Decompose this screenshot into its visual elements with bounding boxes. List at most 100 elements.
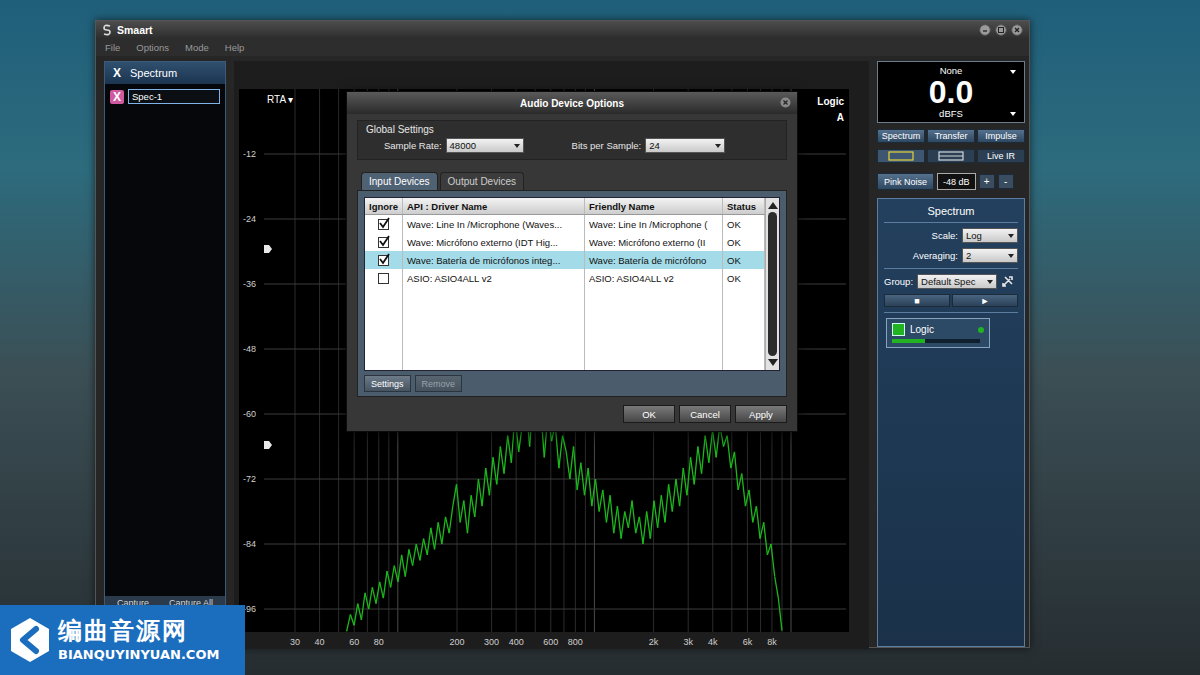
x-tick-label: 800 [568,637,583,647]
scale-dropdown[interactable]: Log [962,228,1018,243]
scrollbar[interactable] [765,198,779,370]
sample-rate-dropdown[interactable]: 48000 [446,138,524,153]
menu-item[interactable]: File [105,42,120,53]
watermark: 编曲音源网BIANQUYINYUAN.COM [0,605,245,675]
scroll-down-icon[interactable] [768,359,778,366]
measurement-name-field[interactable]: Spec-1 [128,89,220,104]
trace-segment [559,436,563,469]
measurement-color-swatch[interactable] [892,323,905,336]
trace-segment [387,571,391,587]
trace-segment [347,614,351,630]
minimize-icon[interactable] [979,24,991,36]
table-row[interactable]: ASIO: ASIO4ALL v2ASIO: ASIO4ALL v2OK [365,269,765,287]
ignore-checkbox[interactable] [378,237,389,248]
tab-panel: IgnoreAPI : Driver NameFriendly NameStat… [357,190,787,397]
play-button[interactable]: ► [952,294,1018,307]
close-icon[interactable] [780,97,791,108]
menu-item[interactable]: Options [136,42,169,53]
generator-level-field[interactable]: -48 dB [937,173,976,190]
x-tick-label: 600 [543,637,558,647]
close-icon[interactable] [1011,24,1023,36]
column-header[interactable]: API : Driver Name [403,198,585,214]
spectrum-trace [346,398,782,632]
scroll-thumb[interactable] [768,212,777,356]
dropdown-arrow-icon [987,280,993,284]
trace-segment [683,468,687,495]
trace-segment [581,463,585,496]
level-up-button[interactable]: + [979,174,995,189]
dialog-button[interactable]: OK [623,405,675,423]
mode-button[interactable]: Impulse [977,129,1025,143]
column-header[interactable]: Status [723,198,765,214]
view-button[interactable] [927,149,975,163]
table-row[interactable]: Wave: Micrófono externo (IDT Hig...Wave:… [365,233,765,251]
trace-segment [734,452,738,490]
cursor-marker[interactable] [264,245,272,253]
sample-rate-label: Sample Rate: [384,140,442,151]
mode-button[interactable]: Transfer [927,129,975,143]
view-buttons: Live IR [877,149,1025,163]
friendly-name-cell: Wave: Batería de micrófono [585,251,723,269]
measurement-item[interactable]: X Spec-1 [105,84,225,109]
live-ir-button[interactable]: Live IR [977,149,1025,163]
trace-segment [500,447,504,474]
ignore-checkbox[interactable] [378,273,389,284]
scroll-up-icon[interactable] [768,202,778,209]
trace-segment [592,479,596,506]
group-title: Global Settings [366,124,778,135]
title-bar: Smaart [96,21,1029,39]
mode-button[interactable]: Spectrum [877,129,925,143]
stop-button[interactable]: ■ [884,294,950,307]
y-tick-label: -84 [243,539,256,549]
trace-segment [756,506,760,539]
plot-mode-menu[interactable]: RTA ▾ [267,94,293,105]
table-row[interactable]: Wave: Batería de micrófonos integ...Wave… [365,251,765,269]
dialog-button[interactable]: Cancel [679,405,731,423]
trace-segment [723,436,727,447]
menu-item[interactable]: Mode [185,42,209,53]
dropdown-arrow-icon [1008,234,1014,238]
view-button[interactable] [877,149,925,163]
measurement-card[interactable]: Logic [886,318,990,348]
device-tab[interactable]: Output Devices [440,172,524,190]
menu-item[interactable]: Help [225,42,245,53]
trace-segment [610,495,614,533]
averaging-dropdown[interactable]: 2 [962,248,1018,263]
group-dropdown-value: Default Spec [921,276,975,287]
maximize-icon[interactable] [995,24,1007,36]
pink-noise-button[interactable]: Pink Noise [877,173,934,190]
ignore-checkbox[interactable] [378,255,389,266]
left-panel: XSpectrumXSpec-1CaptureCapture All [104,61,226,611]
trace-segment [478,479,482,506]
group-dropdown[interactable]: Default Spec [917,274,997,289]
ignore-checkbox[interactable] [378,219,389,230]
tools-icon[interactable] [1001,275,1014,288]
close-panel-button[interactable]: X [110,66,124,80]
column-header[interactable]: Ignore [365,198,403,214]
x-tick-label: 40 [315,637,325,647]
cursor-marker[interactable] [264,441,272,449]
column-header[interactable]: Friendly Name [585,198,723,214]
trace-segment [676,479,680,506]
trace-segment [687,457,691,495]
trace-segment [694,447,698,485]
remove-measurement-button[interactable]: X [110,90,124,104]
level-down-button[interactable]: - [998,174,1014,189]
table-row[interactable]: Wave: Line In /Microphone (Waves...Wave:… [365,215,765,233]
dialog-button[interactable]: Apply [735,405,787,423]
meter-source[interactable]: None [940,65,963,76]
trace-segment [464,501,468,534]
settings-button[interactable]: Settings [364,375,411,392]
trace-segment [628,501,632,528]
source-arrow-icon[interactable] [1010,70,1016,74]
trace-segment [742,474,746,507]
averaging-row: Averaging:2 [884,248,1018,263]
bits-dropdown[interactable]: 24 [645,138,725,153]
trace-segment [625,512,629,528]
unit-arrow-icon[interactable] [1010,112,1016,116]
site-logo-icon [8,615,52,665]
trace-segment [402,555,406,577]
trace-segment [420,539,424,561]
device-tab[interactable]: Input Devices [361,172,438,190]
trace-segment [705,436,709,463]
